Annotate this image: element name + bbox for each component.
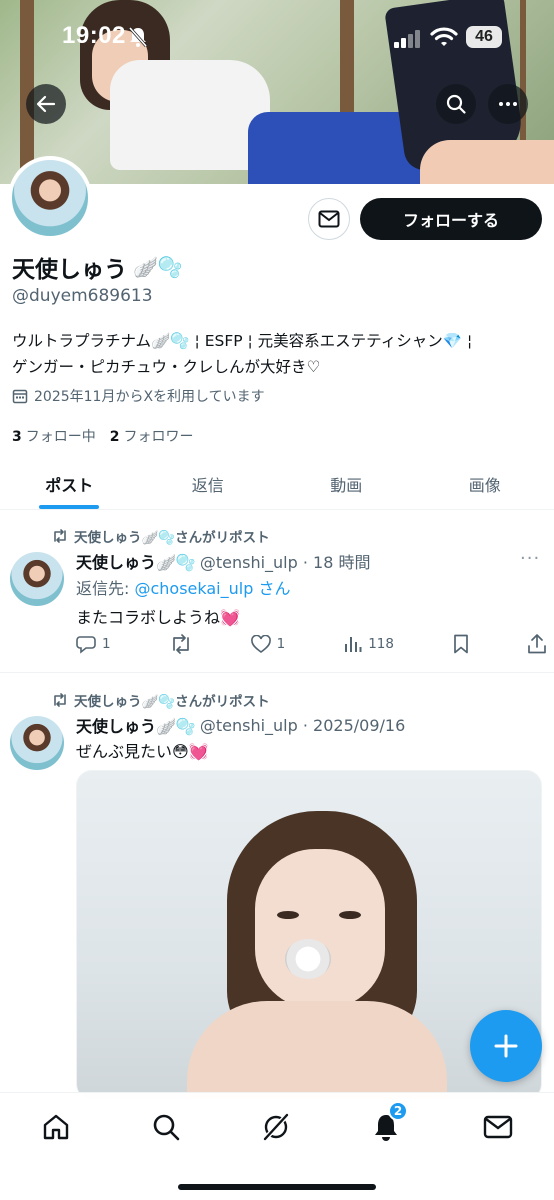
search-icon <box>446 94 466 114</box>
bio-line: ゲンガー・ピカチュウ・クレしんが大好き♡ <box>12 358 321 376</box>
profile-tabs: ポスト 返信 動画 画像 <box>0 458 554 510</box>
compose-post-button[interactable] <box>470 1010 542 1082</box>
back-button[interactable] <box>26 84 66 124</box>
plus-icon <box>494 1034 518 1058</box>
home-icon <box>43 1114 69 1140</box>
like-count: 1 <box>276 636 286 652</box>
media-person-face <box>255 849 385 1009</box>
post-handle-time: @tenshi_ulp · 18 時間 <box>199 553 371 572</box>
reply-mention-link[interactable]: @chosekai_ulp <box>134 579 253 598</box>
media-person-eye <box>339 911 361 919</box>
banner-person-shirt <box>110 60 270 170</box>
repost-icon <box>54 693 66 707</box>
share-button[interactable] <box>528 634 546 654</box>
wifi-icon <box>430 27 458 46</box>
reply-count: 1 <box>102 636 111 652</box>
bio-line: ウルトラプラチナム🪽🫧 ¦ ESFP ¦ 元美容系エステティシャン💎 ¦ <box>12 332 473 350</box>
tab-replies[interactable]: 返信 <box>139 458 278 509</box>
nav-notifications[interactable]: 2 <box>366 1101 408 1147</box>
profile-avatar[interactable] <box>8 156 92 240</box>
post-more-button[interactable]: ··· <box>520 548 540 569</box>
media-person-eye <box>277 911 299 919</box>
envelope-icon <box>318 210 340 228</box>
joined-text: 2025年11月からXを利用しています <box>34 389 265 405</box>
status-bar: 19:02 46 <box>0 22 554 56</box>
post-header: 天使しゅう🪽🫧 @tenshi_ulp · 18 時間 <box>76 549 371 573</box>
media-flower <box>285 939 331 979</box>
more-options-button[interactable] <box>488 84 528 124</box>
display-name-row: 天使しゅう 🪽🫧 <box>12 250 183 284</box>
following-label: フォロー中 <box>25 429 96 445</box>
envelope-icon <box>483 1115 513 1139</box>
post-author-name[interactable]: 天使しゅう🪽🫧 <box>76 549 196 573</box>
status-time: 19:02 <box>62 22 126 49</box>
following-link[interactable]: 3 フォロー中 <box>12 426 96 446</box>
grok-icon <box>263 1113 289 1141</box>
following-count: 3 <box>12 429 22 445</box>
post-handle-time: @tenshi_ulp · 2025/09/16 <box>199 715 406 735</box>
battery-indicator: 46 <box>466 26 502 48</box>
name-emoji: 🪽🫧 <box>133 255 183 279</box>
repost-icon <box>54 529 66 543</box>
post-divider <box>0 672 554 673</box>
repost-indicator: 天使しゅう🪽🫧さんがリポスト <box>52 690 270 710</box>
profile-bio: ウルトラプラチナム🪽🫧 ¦ ESFP ¦ 元美容系エステティシャン💎 ¦ ゲンガ… <box>12 328 542 380</box>
profile-handle: @duyem689613 <box>12 286 153 306</box>
view-count: 118 <box>368 636 394 652</box>
post-text: ぜんぶ見たい😳💓 <box>76 742 209 761</box>
followers-count: 2 <box>109 429 120 445</box>
followers-label: フォロワー <box>123 429 194 445</box>
nav-search[interactable] <box>146 1107 186 1147</box>
tab-videos[interactable]: 動画 <box>277 458 416 509</box>
follow-button[interactable]: フォローする <box>360 198 542 240</box>
bar-chart-icon <box>345 637 362 652</box>
followers-link[interactable]: 2 フォロワー <box>110 426 194 446</box>
post-header: 天使しゅう🪽🫧 @tenshi_ulp · 2025/09/16 <box>76 713 405 737</box>
heart-icon <box>250 635 271 653</box>
views-button[interactable]: 118 <box>344 635 394 653</box>
repost-icon <box>172 634 189 654</box>
nav-home[interactable] <box>36 1107 76 1147</box>
reply-prefix: 返信先: <box>76 579 135 598</box>
search-icon <box>153 1114 180 1141</box>
post-author-name[interactable]: 天使しゅう🪽🫧 <box>76 713 196 737</box>
display-name: 天使しゅう <box>12 257 127 283</box>
calendar-icon <box>12 389 28 404</box>
post-text: またコラボしようね💓 <box>76 608 240 627</box>
tab-posts[interactable]: ポスト <box>0 458 139 509</box>
tab-images[interactable]: 画像 <box>416 458 554 509</box>
search-button[interactable] <box>436 84 476 124</box>
arrow-left-icon <box>36 95 56 113</box>
repost-button[interactable] <box>170 634 192 654</box>
repost-label: 天使しゅう🪽🫧さんがリポスト <box>74 530 270 546</box>
nav-messages[interactable] <box>478 1107 518 1147</box>
post-actions: 1 1 118 <box>76 634 546 654</box>
notifications-badge: 2 <box>388 1101 408 1121</box>
media-person-body <box>187 1001 447 1099</box>
repost-indicator: 天使しゅう🪽🫧さんがリポスト <box>52 526 270 546</box>
nav-grok[interactable] <box>256 1107 296 1147</box>
reply-suffix: さん <box>253 579 291 598</box>
cellular-signal-icon <box>394 30 420 48</box>
share-icon <box>528 634 546 654</box>
post-avatar[interactable] <box>10 716 64 770</box>
reply-icon <box>76 636 96 654</box>
bookmark-icon <box>454 634 468 654</box>
bell-slash-icon <box>128 27 148 47</box>
reply-button[interactable]: 1 <box>76 634 111 654</box>
more-horizontal-icon <box>499 102 517 106</box>
repost-label: 天使しゅう🪽🫧さんがリポスト <box>74 694 270 710</box>
joined-date: 2025年11月からXを利用しています <box>12 386 265 406</box>
follow-stats: 3 フォロー中 2 フォロワー <box>12 426 194 446</box>
like-button[interactable]: 1 <box>250 635 286 653</box>
reply-to: 返信先: @chosekai_ulp さん <box>76 575 290 599</box>
banner-person-skin <box>420 140 554 184</box>
bookmark-button[interactable] <box>453 634 469 654</box>
post-avatar[interactable] <box>10 552 64 606</box>
home-indicator <box>178 1184 376 1190</box>
message-button[interactable] <box>308 198 350 240</box>
